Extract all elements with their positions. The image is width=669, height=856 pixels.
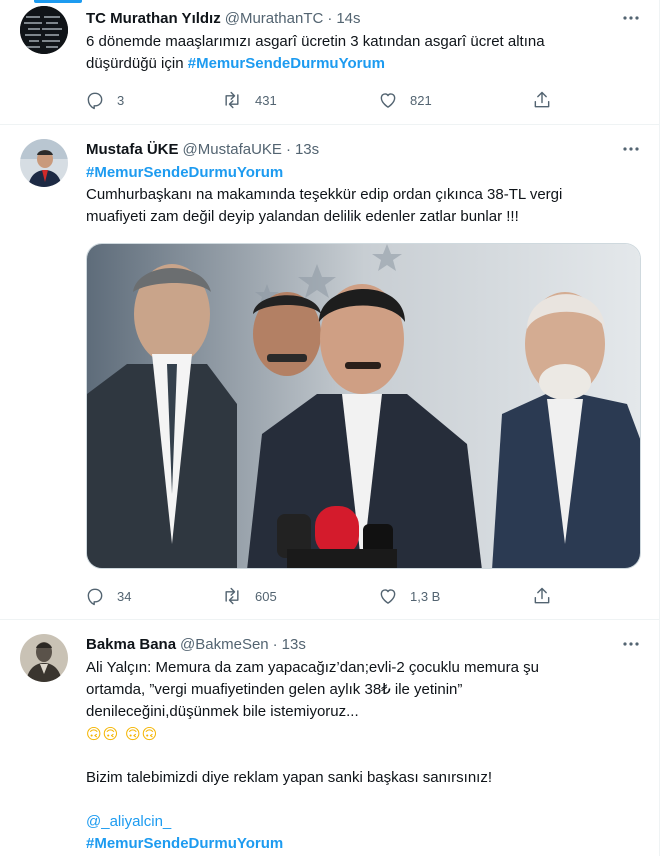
retweet-icon: [225, 587, 239, 605]
tweet-text-line: denileceğini,düşünmek bile istemiyoruz..…: [86, 703, 359, 720]
more-icon[interactable]: [620, 633, 642, 655]
like-button[interactable]: 1,3 B: [378, 584, 440, 608]
tweet-text-prefix: düşürdüğü için: [86, 55, 188, 72]
tweet-text: #MemurSendeDurmuYorum Cumhurbaşkanı na m…: [86, 162, 634, 228]
timeline-feed: TC Murathan Yıldız @MurathanTC · 14s 6 d…: [0, 0, 660, 856]
retweet-count: 605: [255, 588, 277, 604]
hashtag-link[interactable]: #MemurSendeDurmuYorum: [188, 55, 385, 72]
tweet-time[interactable]: 14s: [336, 10, 360, 27]
tweet-text: Ali Yalçın: Memura da zam yapacağız’dan;…: [86, 657, 634, 855]
like-count: 821: [410, 92, 432, 108]
share-icon: [534, 587, 550, 604]
mention-link[interactable]: @_aliyalcin_: [86, 811, 634, 833]
tweet-text-line: Cumhurbaşkanı na makamında teşekkür edip…: [86, 186, 563, 203]
separator-dot: ·: [285, 140, 291, 158]
emoji-line: 🙃🙃 🙃🙃: [86, 725, 159, 743]
tweet-text: 6 dönemde maaşlarımızı asgarî ücretin 3 …: [86, 31, 634, 75]
author-handle[interactable]: @BakmeSen: [180, 636, 269, 653]
reply-button[interactable]: 3: [85, 88, 124, 112]
like-icon: [380, 93, 396, 108]
like-count: 1,3 B: [410, 588, 441, 604]
avatar[interactable]: [20, 6, 68, 54]
like-icon: [380, 589, 396, 604]
retweet-icon: [225, 91, 239, 109]
more-icon[interactable]: [620, 138, 642, 160]
reply-button[interactable]: 34: [85, 584, 131, 608]
more-icon[interactable]: [620, 7, 642, 29]
tweet-actions: 3 431 821: [80, 88, 560, 112]
tweet-text-line: ortamda, ”vergi muafiyetinden gelen aylı…: [86, 681, 463, 698]
author-handle[interactable]: @MustafaUKE: [183, 141, 282, 158]
share-icon: [534, 91, 550, 108]
retweet-button[interactable]: 431: [221, 88, 277, 112]
tweet-time[interactable]: 13s: [282, 636, 306, 653]
share-button[interactable]: [532, 88, 552, 112]
tweet-text-line: muafiyeti zam değil deyip yalandan delil…: [86, 208, 519, 225]
tweet-text-line: Ali Yalçın: Memura da zam yapacağız’dan;…: [86, 659, 539, 676]
reply-icon: [87, 588, 103, 606]
hashtag-link[interactable]: #MemurSendeDurmuYorum: [86, 833, 634, 855]
tweet-1[interactable]: TC Murathan Yıldız @MurathanTC · 14s 6 d…: [0, 0, 660, 125]
retweet-count: 431: [255, 92, 277, 108]
tweet-text-line: düşürdüğü için #MemurSendeDurmuYorum: [86, 53, 634, 75]
author-name[interactable]: TC Murathan Yıldız: [86, 10, 221, 27]
like-button[interactable]: 821: [378, 88, 432, 112]
retweet-button[interactable]: 605: [221, 584, 277, 608]
avatar[interactable]: [20, 634, 68, 682]
reply-icon: [87, 92, 103, 110]
tweet-3[interactable]: Bakma Bana @BakmeSen · 13s Ali Yalçın: M…: [0, 620, 660, 856]
reply-count: 34: [117, 588, 132, 604]
hashtag-link[interactable]: #MemurSendeDurmuYorum: [86, 162, 634, 184]
tweet-header: Bakma Bana @BakmeSen · 13s: [86, 633, 306, 655]
reply-count: 3: [117, 92, 125, 108]
author-handle[interactable]: @MurathanTC: [225, 10, 324, 27]
tweet-text-line: Bizim talebimizdi diye reklam yapan sank…: [86, 769, 492, 786]
tweet-header: Mustafa ÜKE @MustafaUKE · 13s: [86, 138, 319, 160]
separator-dot: ·: [272, 635, 278, 653]
avatar[interactable]: [20, 139, 68, 187]
author-name[interactable]: Bakma Bana: [86, 636, 176, 653]
share-button[interactable]: [532, 584, 552, 608]
tweet-actions: 34 605 1,3 B: [80, 584, 560, 608]
author-name[interactable]: Mustafa ÜKE: [86, 141, 179, 158]
tweet-2[interactable]: Mustafa ÜKE @MustafaUKE · 13s #MemurSend…: [0, 125, 660, 620]
tweet-header: TC Murathan Yıldız @MurathanTC · 14s: [86, 7, 361, 29]
tweet-photo[interactable]: [86, 243, 641, 569]
tweet-time[interactable]: 13s: [295, 141, 319, 158]
separator-dot: ·: [327, 9, 333, 27]
tweet-text-line: 6 dönemde maaşlarımızı asgarî ücretin 3 …: [86, 33, 545, 50]
